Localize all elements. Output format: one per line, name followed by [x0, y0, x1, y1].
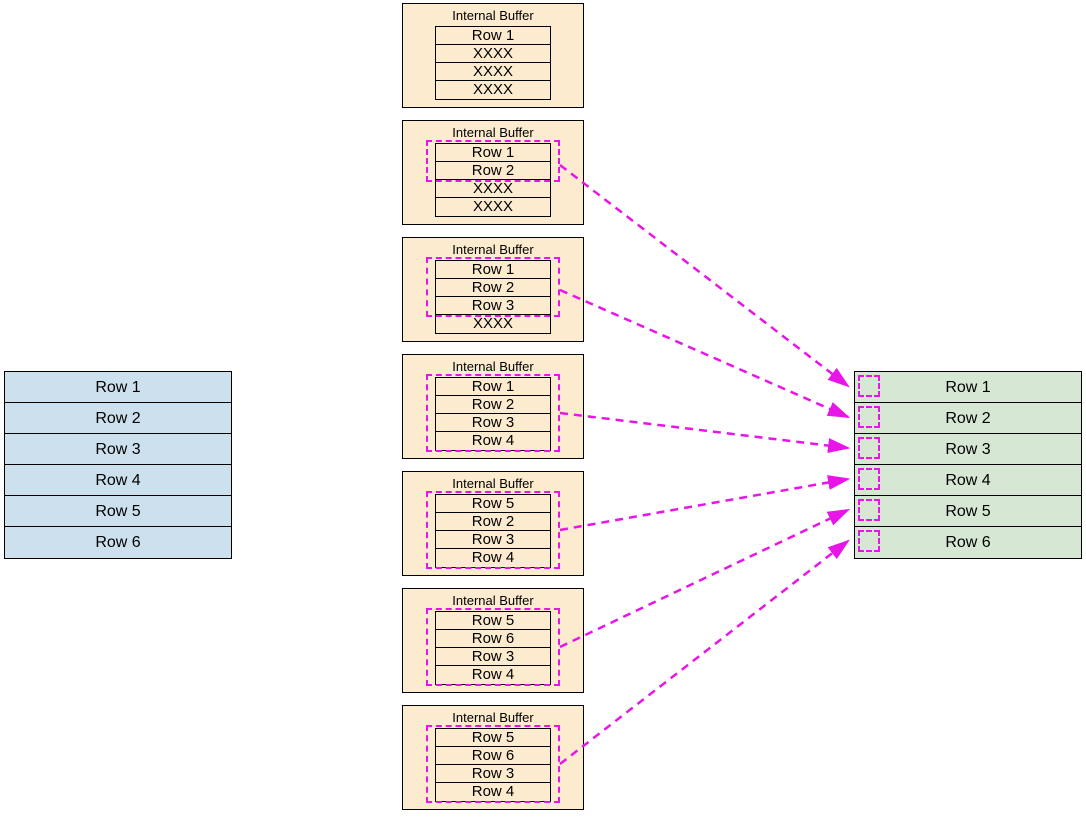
buffer-row: Row 1	[436, 261, 550, 279]
arrow-line	[560, 413, 848, 448]
buffer-row: XXXX	[436, 198, 550, 216]
dest-row: Row 5	[855, 496, 1081, 527]
buffer-row: Row 3	[436, 648, 550, 666]
buffer-box: Internal Buffer Row 1 Row 2 Row 3 Row 4	[402, 354, 584, 459]
buffer-row: Row 1	[436, 27, 550, 45]
buffer-row: Row 2	[436, 162, 550, 180]
buffer-rows: Row 1 Row 2 XXXX XXXX	[435, 143, 551, 217]
source-row: Row 6	[5, 527, 231, 558]
source-row: Row 4	[5, 465, 231, 496]
dest-table: Row 1 Row 2 Row 3 Row 4 Row 5 Row 6	[854, 371, 1082, 559]
buffer-row: Row 2	[436, 513, 550, 531]
buffer-rows: Row 1 XXXX XXXX XXXX	[435, 26, 551, 100]
buffer-row: XXXX	[436, 81, 550, 99]
buffer-row: Row 5	[436, 612, 550, 630]
buffer-row: Row 6	[436, 630, 550, 648]
buffer-row: Row 5	[436, 495, 550, 513]
arrow-line	[560, 541, 848, 764]
buffer-rows: Row 5 Row 6 Row 3 Row 4	[435, 728, 551, 802]
buffer-title: Internal Buffer	[403, 359, 583, 374]
buffer-row: XXXX	[436, 45, 550, 63]
buffer-row: Row 1	[436, 144, 550, 162]
source-row: Row 2	[5, 403, 231, 434]
buffer-box: Internal Buffer Row 5 Row 6 Row 3 Row 4	[402, 588, 584, 693]
arrow-line	[560, 479, 848, 530]
source-table: Row 1 Row 2 Row 3 Row 4 Row 5 Row 6	[4, 371, 232, 559]
buffer-box: Internal Buffer Row 1 Row 2 XXXX XXXX	[402, 120, 584, 225]
arrow-line	[560, 510, 848, 647]
buffer-title: Internal Buffer	[403, 476, 583, 491]
buffer-row: Row 3	[436, 531, 550, 549]
buffer-row: Row 2	[436, 396, 550, 414]
buffer-rows: Row 5 Row 6 Row 3 Row 4	[435, 611, 551, 685]
buffer-row: Row 3	[436, 297, 550, 315]
buffer-row: Row 3	[436, 414, 550, 432]
dest-row: Row 2	[855, 403, 1081, 434]
arrow-line	[560, 290, 848, 417]
dest-row: Row 3	[855, 434, 1081, 465]
buffer-rows: Row 1 Row 2 Row 3 XXXX	[435, 260, 551, 334]
dest-row: Row 1	[855, 372, 1081, 403]
buffer-box: Internal Buffer Row 5 Row 6 Row 3 Row 4	[402, 705, 584, 810]
buffer-row: Row 4	[436, 666, 550, 684]
dest-row: Row 4	[855, 465, 1081, 496]
buffer-title: Internal Buffer	[403, 242, 583, 257]
buffer-box: Internal Buffer Row 5 Row 2 Row 3 Row 4	[402, 471, 584, 576]
buffer-title: Internal Buffer	[403, 125, 583, 140]
buffer-row: Row 4	[436, 432, 550, 450]
buffer-title: Internal Buffer	[403, 8, 583, 23]
buffer-rows: Row 1 Row 2 Row 3 Row 4	[435, 377, 551, 451]
buffer-row: Row 6	[436, 747, 550, 765]
buffer-row: XXXX	[436, 315, 550, 333]
buffer-row: Row 1	[436, 378, 550, 396]
arrow-line	[560, 165, 848, 386]
buffer-row: Row 3	[436, 765, 550, 783]
buffer-row: XXXX	[436, 63, 550, 81]
source-row: Row 1	[5, 372, 231, 403]
buffer-row: Row 5	[436, 729, 550, 747]
buffer-box: Internal Buffer Row 1 Row 2 Row 3 XXXX	[402, 237, 584, 342]
buffer-row: XXXX	[436, 180, 550, 198]
buffer-rows: Row 5 Row 2 Row 3 Row 4	[435, 494, 551, 568]
buffer-row: Row 4	[436, 549, 550, 567]
buffer-row: Row 2	[436, 279, 550, 297]
buffer-row: Row 4	[436, 783, 550, 801]
dest-row: Row 6	[855, 527, 1081, 558]
buffer-title: Internal Buffer	[403, 593, 583, 608]
source-row: Row 5	[5, 496, 231, 527]
buffer-box: Internal Buffer Row 1 XXXX XXXX XXXX	[402, 3, 584, 108]
source-row: Row 3	[5, 434, 231, 465]
buffer-title: Internal Buffer	[403, 710, 583, 725]
